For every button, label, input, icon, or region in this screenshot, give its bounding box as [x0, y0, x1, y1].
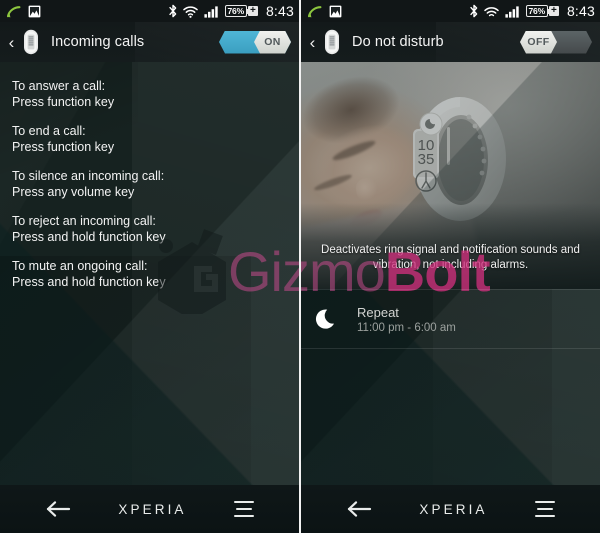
back-chevron-icon[interactable]: ‹: [306, 34, 319, 51]
panel-do-not-disturb: 76% + 8:43 ‹ Do not disturb OFF Deactiva…: [301, 0, 600, 533]
battery-indicator: 76% +: [224, 5, 258, 17]
instruction-item: To answer a call: Press function key: [12, 78, 287, 110]
back-arrow-icon[interactable]: [45, 499, 71, 519]
moon-star-icon: [315, 309, 334, 329]
instruction-item: To reject an incoming call: Press and ho…: [12, 213, 287, 245]
panel-incoming-calls: 76% + 8:43 ‹ Incoming calls ON To answer…: [0, 0, 299, 533]
do-not-disturb-toggle[interactable]: OFF: [520, 31, 592, 54]
smartband-icon: [24, 29, 38, 55]
toggle-thumb: ON: [254, 31, 291, 54]
do-not-disturb-description: Deactivates ring signal and notification…: [321, 244, 580, 271]
instruction-item: To mute an ongoing call: Press and hold …: [12, 258, 287, 290]
xperia-wordmark: XPERIA: [419, 501, 488, 517]
instruction-question: To reject an incoming call:: [12, 214, 156, 228]
instruction-question: To mute an ongoing call:: [12, 259, 148, 273]
battery-percent-label: 76%: [528, 6, 546, 16]
instruction-answer: Press and hold function key: [12, 275, 166, 289]
signal-icon: [504, 5, 519, 18]
status-bar-right-icons: 76% + 8:43: [168, 3, 294, 19]
battery-charging-icon: +: [548, 6, 559, 16]
menu-icon[interactable]: [534, 501, 555, 517]
wifi-icon: [182, 5, 198, 18]
instruction-answer: Press any volume key: [12, 185, 135, 199]
hero-photo: 10 35 Deactivates ring signal and notifi…: [301, 62, 600, 289]
instruction-question: To end a call:: [12, 124, 86, 138]
xperia-wordmark: XPERIA: [118, 501, 187, 517]
instruction-question: To silence an incoming call:: [12, 169, 165, 183]
panel-divider: [299, 0, 301, 533]
call-missed-icon: [6, 5, 21, 17]
toggle-state-label: ON: [264, 36, 281, 48]
status-bar-left-icons: [6, 5, 41, 18]
instruction-answer: Press function key: [12, 95, 115, 109]
incoming-calls-toggle[interactable]: ON: [219, 31, 291, 54]
repeat-title: Repeat: [357, 304, 399, 320]
back-chevron-icon[interactable]: ‹: [5, 34, 18, 51]
battery-charging-icon: +: [247, 6, 258, 16]
toggle-thumb: OFF: [520, 31, 557, 54]
battery-percent-label: 76%: [227, 6, 245, 16]
page-title: Incoming calls: [51, 34, 145, 50]
action-bar: ‹ Do not disturb OFF: [301, 22, 600, 62]
instruction-item: To end a call: Press function key: [12, 123, 287, 155]
status-bar: 76% + 8:43: [0, 0, 299, 22]
call-missed-icon: [307, 5, 322, 17]
instruction-answer: Press function key: [12, 140, 115, 154]
wifi-icon: [483, 6, 499, 16]
instruction-item: To silence an incoming call: Press any v…: [12, 168, 287, 200]
bluetooth-icon: [469, 4, 477, 18]
screenshot-icon: [28, 5, 41, 17]
signal-icon: [203, 5, 218, 18]
back-arrow-icon[interactable]: [346, 499, 372, 519]
repeat-list-item[interactable]: Repeat 11:00 pm - 6:00 am: [301, 290, 600, 348]
menu-icon[interactable]: [233, 501, 254, 517]
instructions-list: To answer a call: Press function key To …: [0, 62, 299, 290]
page-title: Do not disturb: [352, 34, 444, 50]
repeat-schedule: 11:00 pm - 6:00 am: [357, 321, 456, 334]
status-bar: 76% + 8:43: [301, 0, 600, 22]
bluetooth-icon: [168, 4, 176, 18]
smartband-icon: [325, 29, 339, 55]
system-navigation-bar: XPERIA: [301, 485, 600, 533]
list-separator-bottom: [301, 348, 600, 349]
status-bar-left-icons: [307, 5, 342, 18]
battery-indicator: 76% +: [525, 5, 559, 17]
status-bar-clock: 8:43: [566, 3, 595, 19]
status-bar-clock: 8:43: [265, 3, 294, 19]
status-bar-right-icons: 76% + 8:43: [469, 3, 595, 19]
instruction-question: To answer a call:: [12, 79, 106, 93]
screenshot-stage: 76% + 8:43 ‹ Incoming calls ON To answer…: [0, 0, 600, 533]
toggle-state-label: OFF: [527, 36, 550, 48]
system-navigation-bar: XPERIA: [0, 485, 299, 533]
screenshot-icon: [329, 5, 342, 17]
action-bar: ‹ Incoming calls ON: [0, 22, 299, 62]
instruction-answer: Press and hold function key: [12, 230, 166, 244]
